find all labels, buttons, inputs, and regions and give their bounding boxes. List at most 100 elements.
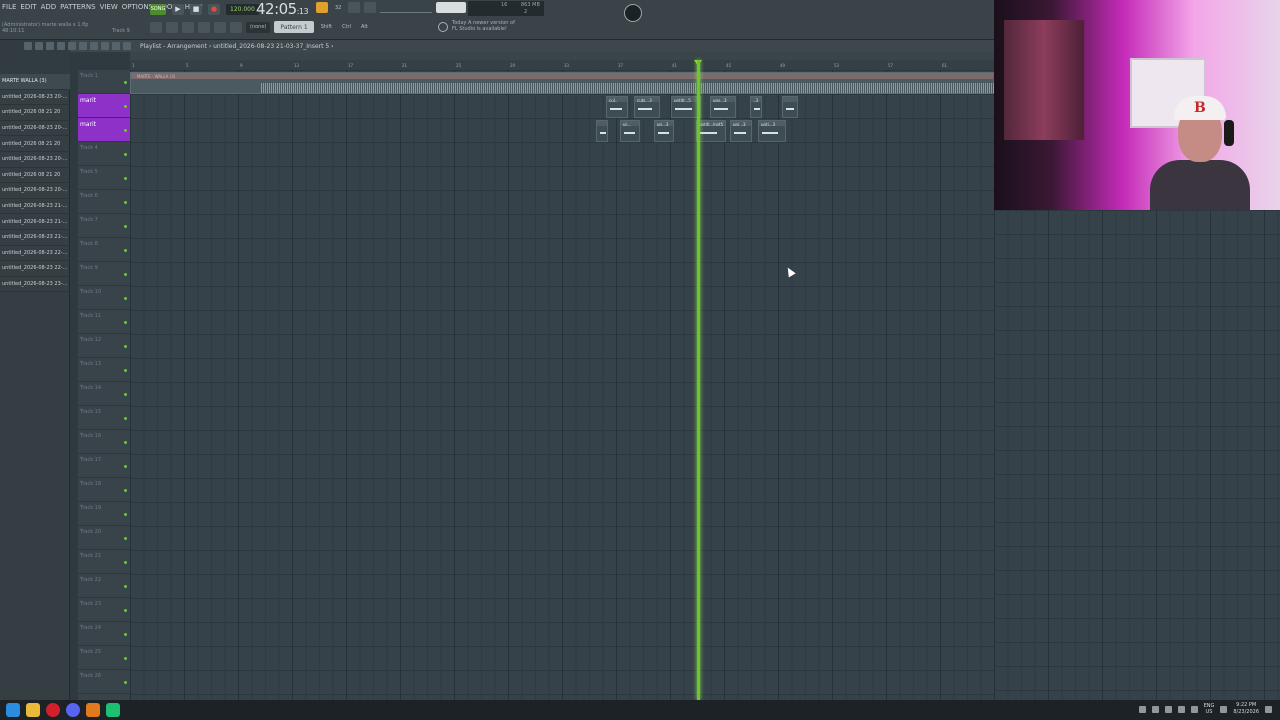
track-led-icon[interactable] — [124, 489, 127, 492]
browser-item[interactable]: untitled_2026-08-23 22-... — [0, 261, 70, 277]
pattern-clip[interactable]: cul.. — [606, 96, 628, 118]
track-led-icon[interactable] — [124, 105, 127, 108]
pattern-clip[interactable]: un...3 — [654, 120, 674, 142]
windows-start-icon[interactable] — [6, 703, 20, 717]
pattern-selector[interactable]: Pattern 1 — [274, 21, 314, 33]
slip-tool-icon[interactable] — [79, 42, 87, 50]
browser-item[interactable]: untitled_2026 08 21 20 — [0, 136, 70, 152]
track-led-icon[interactable] — [124, 561, 127, 564]
microphone-icon[interactable] — [230, 21, 242, 33]
menu-view[interactable]: VIEW — [100, 3, 118, 11]
track-header[interactable]: Track 9 — [78, 262, 130, 286]
menu-options[interactable]: OPTIONS — [122, 3, 153, 11]
settings-gear-icon[interactable] — [1220, 705, 1228, 713]
mixer-icon[interactable] — [198, 21, 210, 33]
browser-item[interactable]: untitled_2026-08-23 21-... — [0, 199, 70, 215]
track-header[interactable]: Track 12 — [78, 334, 130, 358]
browser-item[interactable]: untitled_2026-08-23 21-... — [0, 230, 70, 246]
playback-tool-icon[interactable] — [123, 42, 131, 50]
pattern-clip[interactable]: ..3 — [750, 96, 762, 118]
track-header[interactable]: Track 19 — [78, 502, 130, 526]
track-header[interactable]: Track 15 — [78, 406, 130, 430]
track-header[interactable]: Track 17 — [78, 454, 130, 478]
browser-item[interactable]: untitled_2026-08-23 23-... — [0, 277, 70, 293]
master-volume-slider[interactable] — [436, 2, 467, 13]
browser-item[interactable]: untitled_2026 08 21 20 — [0, 105, 70, 121]
browser-item[interactable]: untitled_2026-08-23 20-... — [0, 183, 70, 199]
discord-icon[interactable] — [66, 703, 80, 717]
timeline-ruler[interactable]: 1 5 9 13 17 21 25 29 33 37 41 45 49 53 57 61 — [130, 60, 994, 70]
track-led-icon[interactable] — [124, 681, 127, 684]
track-header[interactable]: marit — [78, 94, 130, 118]
opera-icon[interactable] — [46, 703, 60, 717]
pattern-clip[interactable] — [596, 120, 608, 142]
track-led-icon[interactable] — [124, 249, 127, 252]
pattern-clip[interactable] — [782, 96, 798, 118]
playlist-grid-extension[interactable] — [994, 210, 1280, 700]
track-led-icon[interactable] — [124, 321, 127, 324]
track-led-icon[interactable] — [124, 585, 127, 588]
browser-item[interactable]: untitled_2026-08-23 20-... — [0, 90, 70, 106]
delete-tool-icon[interactable] — [57, 42, 65, 50]
language-indicator[interactable]: ENG US — [1204, 703, 1215, 715]
track-header[interactable]: Track 13 — [78, 358, 130, 382]
menu-edit[interactable]: EDIT — [20, 3, 36, 11]
track-header[interactable]: Track 24 — [78, 622, 130, 646]
pattern-clip[interactable]: uns...3 — [710, 96, 736, 118]
tray-app-icon[interactable] — [1151, 705, 1159, 713]
steam-icon[interactable] — [624, 4, 642, 22]
pattern-clip[interactable]: uni...3 — [730, 120, 752, 142]
track-header[interactable]: Track 23 — [78, 598, 130, 622]
track-led-icon[interactable] — [124, 153, 127, 156]
track-led-icon[interactable] — [124, 81, 127, 84]
audio-clip[interactable]: MARTE - WALLA (3) — [130, 72, 995, 94]
track-header[interactable]: Track 1 — [78, 70, 130, 94]
shift-key[interactable]: Shift — [318, 22, 335, 33]
browser-icon[interactable] — [214, 21, 226, 33]
zoom-tool-icon[interactable] — [112, 42, 120, 50]
track-header[interactable]: Track 25 — [78, 646, 130, 670]
track-led-icon[interactable] — [124, 225, 127, 228]
browser-item[interactable]: untitled_2026-08-23 20-... — [0, 121, 70, 137]
alt-key[interactable]: Alt — [358, 22, 371, 33]
playlist-overview[interactable] — [130, 52, 994, 60]
stop-icon[interactable]: ■ — [190, 3, 202, 15]
metronome-icon[interactable] — [316, 2, 328, 13]
countdown-icon[interactable] — [364, 2, 377, 13]
mute-tool-icon[interactable] — [68, 42, 76, 50]
track-header[interactable]: Track 10 — [78, 286, 130, 310]
track-led-icon[interactable] — [124, 273, 127, 276]
pattern-clip[interactable]: cuts...3 — [634, 96, 660, 118]
volume-icon[interactable] — [1177, 705, 1185, 713]
track-led-icon[interactable] — [124, 369, 127, 372]
track-header[interactable]: Track 16 — [78, 430, 130, 454]
track-led-icon[interactable] — [124, 393, 127, 396]
pattern-clip[interactable]: untitl...Inst5 — [696, 120, 726, 142]
track-led-icon[interactable] — [124, 441, 127, 444]
menu-file[interactable]: FILE — [2, 3, 16, 11]
track-header[interactable]: Track 20 — [78, 526, 130, 550]
ctrl-key[interactable]: Ctrl — [339, 22, 354, 33]
track-led-icon[interactable] — [124, 465, 127, 468]
draw-tool-icon[interactable] — [35, 42, 43, 50]
track-header[interactable]: Track 8 — [78, 238, 130, 262]
track-header[interactable]: Track 26 — [78, 670, 130, 694]
track-led-icon[interactable] — [124, 657, 127, 660]
browser-folder-header[interactable]: MARTE WALLA (3) — [0, 74, 70, 90]
fl-studio-icon[interactable] — [86, 703, 100, 717]
paint-tool-icon[interactable] — [46, 42, 54, 50]
track-header[interactable]: Track 6 — [78, 190, 130, 214]
browser-item[interactable]: untitled_2026-08-23 22-... — [0, 246, 70, 262]
track-led-icon[interactable] — [124, 201, 127, 204]
battery-icon[interactable] — [1190, 705, 1198, 713]
network-icon[interactable] — [1164, 705, 1172, 713]
snap-selector[interactable]: (none) — [246, 21, 271, 33]
song-position-display[interactable]: 42:05:13 — [256, 0, 309, 18]
track-header[interactable]: Track 21 — [78, 550, 130, 574]
track-header[interactable]: Track 22 — [78, 574, 130, 598]
browser-item[interactable]: untitled_2026-08-23 20-... — [0, 152, 70, 168]
menu-patterns[interactable]: PATTERNS — [60, 3, 95, 11]
spotify-icon[interactable] — [106, 703, 120, 717]
track-header[interactable]: marit — [78, 118, 130, 142]
slice-tool-icon[interactable] — [90, 42, 98, 50]
